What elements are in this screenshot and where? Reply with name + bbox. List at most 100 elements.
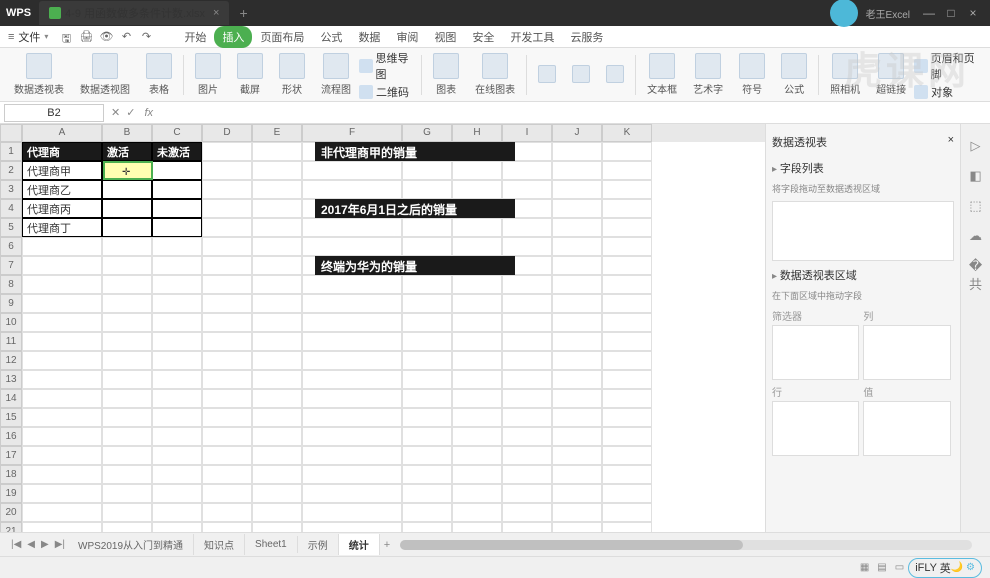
cell[interactable]: [252, 408, 302, 427]
cell[interactable]: [402, 522, 452, 532]
cell[interactable]: [202, 218, 252, 237]
cell[interactable]: [202, 408, 252, 427]
cell[interactable]: [102, 503, 152, 522]
row-header[interactable]: 4: [0, 199, 22, 218]
col-header-i[interactable]: I: [502, 124, 552, 142]
next-sheet-icon[interactable]: ▶: [41, 539, 49, 550]
tab-insert[interactable]: 插入: [214, 26, 252, 48]
cell[interactable]: [252, 256, 302, 275]
panel-close-icon[interactable]: ×: [948, 134, 954, 150]
cell[interactable]: [402, 332, 452, 351]
cell[interactable]: [102, 237, 152, 256]
online-chart-button[interactable]: 在线图表: [471, 53, 519, 96]
cell[interactable]: [602, 161, 652, 180]
cell[interactable]: [22, 484, 102, 503]
chart-button[interactable]: 图表: [429, 53, 463, 96]
cell[interactable]: [552, 332, 602, 351]
cell[interactable]: [302, 484, 402, 503]
sparkline-wl-button[interactable]: [602, 65, 628, 85]
cell[interactable]: [402, 484, 452, 503]
cell-a2[interactable]: 代理商甲: [22, 161, 102, 180]
close-window-button[interactable]: ×: [962, 6, 984, 20]
cell[interactable]: [252, 427, 302, 446]
cell[interactable]: [602, 446, 652, 465]
cell[interactable]: [152, 256, 202, 275]
cell[interactable]: [202, 256, 252, 275]
cell-a5[interactable]: 代理商丁: [22, 218, 102, 237]
th-active[interactable]: 激活: [102, 142, 152, 161]
cell[interactable]: [202, 351, 252, 370]
cell[interactable]: [402, 427, 452, 446]
cell[interactable]: [252, 199, 302, 218]
cell[interactable]: [252, 313, 302, 332]
cell[interactable]: [452, 484, 502, 503]
row-header[interactable]: 5: [0, 218, 22, 237]
cell[interactable]: [402, 389, 452, 408]
row-header[interactable]: 13: [0, 370, 22, 389]
cell[interactable]: [552, 522, 602, 532]
hyperlink-button[interactable]: 超链接: [872, 53, 910, 96]
cell[interactable]: [102, 332, 152, 351]
cell-c4[interactable]: [152, 199, 202, 218]
cell[interactable]: [302, 389, 402, 408]
cell[interactable]: [552, 446, 602, 465]
cell[interactable]: [602, 484, 652, 503]
row-header[interactable]: 7: [0, 256, 22, 275]
cell[interactable]: [102, 275, 152, 294]
cell[interactable]: [402, 161, 452, 180]
cell[interactable]: [152, 313, 202, 332]
select-tool-icon[interactable]: ▷: [967, 138, 985, 156]
cell-b5[interactable]: [102, 218, 152, 237]
cell[interactable]: [602, 237, 652, 256]
minimize-button[interactable]: —: [918, 6, 940, 20]
cell[interactable]: [302, 218, 402, 237]
redo-icon[interactable]: ↷: [139, 30, 153, 44]
tab-view[interactable]: 视图: [426, 26, 464, 48]
cell[interactable]: [252, 446, 302, 465]
tab-data[interactable]: 数据: [350, 26, 388, 48]
fx-confirm-icon[interactable]: ✓: [126, 106, 135, 119]
cell[interactable]: [102, 408, 152, 427]
row-header[interactable]: 11: [0, 332, 22, 351]
cell[interactable]: [252, 275, 302, 294]
cell[interactable]: [452, 408, 502, 427]
cell[interactable]: [302, 408, 402, 427]
row-header[interactable]: 2: [0, 161, 22, 180]
row-header[interactable]: 14: [0, 389, 22, 408]
cell[interactable]: [22, 408, 102, 427]
cell[interactable]: [202, 180, 252, 199]
cell[interactable]: [552, 199, 602, 218]
shapes-button[interactable]: 形状: [275, 53, 309, 96]
cell-b2[interactable]: [102, 161, 152, 180]
cell[interactable]: [22, 256, 102, 275]
cell-b3[interactable]: [102, 180, 152, 199]
view-page-icon[interactable]: ▤: [877, 562, 886, 573]
cell[interactable]: [152, 237, 202, 256]
row-header[interactable]: 6: [0, 237, 22, 256]
cell[interactable]: [152, 408, 202, 427]
cell[interactable]: [602, 199, 652, 218]
cell[interactable]: [102, 389, 152, 408]
last-sheet-icon[interactable]: ▶|: [55, 539, 65, 550]
row-header[interactable]: 16: [0, 427, 22, 446]
pivot-chart-button[interactable]: 数据透视图: [76, 53, 134, 96]
tab-layout[interactable]: 页面布局: [252, 26, 312, 48]
cell[interactable]: [152, 465, 202, 484]
cell[interactable]: [502, 370, 552, 389]
sheet-tab-5[interactable]: 统计: [339, 534, 380, 555]
cell[interactable]: [302, 332, 402, 351]
cell[interactable]: [402, 275, 452, 294]
label-block-3[interactable]: 终端为华为的销量: [315, 256, 515, 275]
cell[interactable]: [602, 275, 652, 294]
horizontal-scrollbar[interactable]: [400, 540, 972, 550]
cell[interactable]: [552, 218, 602, 237]
cell[interactable]: [552, 484, 602, 503]
cell[interactable]: [152, 294, 202, 313]
cell[interactable]: [452, 161, 502, 180]
cell[interactable]: [502, 294, 552, 313]
cell[interactable]: [22, 275, 102, 294]
cell[interactable]: [402, 294, 452, 313]
cell[interactable]: [302, 427, 402, 446]
sheet-tab-2[interactable]: 知识点: [194, 534, 245, 555]
row-header[interactable]: 20: [0, 503, 22, 522]
